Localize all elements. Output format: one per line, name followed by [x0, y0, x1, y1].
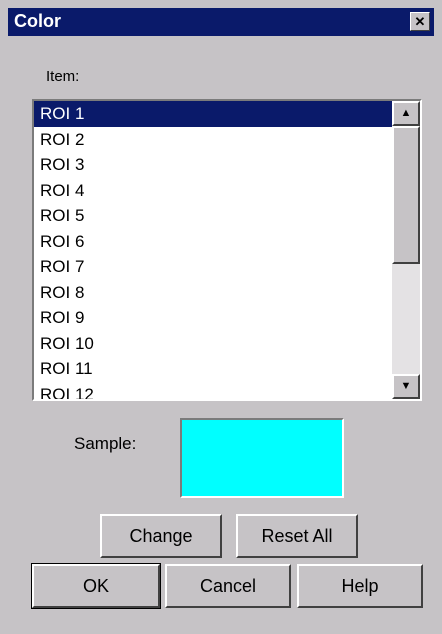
scroll-down-icon[interactable]: ▼ — [392, 374, 420, 399]
list-item[interactable]: ROI 6 — [34, 229, 392, 255]
list-items: ROI 1 ROI 2 ROI 3 ROI 4 ROI 5 ROI 6 ROI 7 ROI 8… — [34, 101, 392, 400]
item-label: Item: — [46, 68, 80, 85]
list-item[interactable]: ROI 2 — [34, 127, 392, 153]
cancel-button[interactable]: Cancel — [165, 564, 291, 608]
list-item[interactable]: ROI 12 — [34, 382, 392, 400]
list-item[interactable]: ROI 9 — [34, 305, 392, 331]
list-item[interactable]: ROI 8 — [34, 280, 392, 306]
list-item[interactable]: ROI 5 — [34, 203, 392, 229]
list-item[interactable]: ROI 4 — [34, 178, 392, 204]
scroll-up-icon[interactable]: ▲ — [392, 101, 420, 126]
title-bar[interactable]: Color ✕ — [8, 8, 434, 36]
ok-button[interactable]: OK — [31, 563, 161, 609]
reset-all-button[interactable]: Reset All — [236, 514, 358, 558]
list-item[interactable]: ROI 10 — [34, 331, 392, 357]
scrollbar-thumb[interactable] — [392, 126, 420, 264]
help-button[interactable]: Help — [297, 564, 423, 608]
list-item[interactable]: ROI 3 — [34, 152, 392, 178]
close-icon[interactable]: ✕ — [410, 12, 430, 31]
change-button[interactable]: Change — [100, 514, 222, 558]
sample-label: Sample: — [74, 434, 137, 453]
list-item[interactable]: ROI 7 — [34, 254, 392, 280]
item-listbox[interactable]: ROI 1 ROI 2 ROI 3 ROI 4 ROI 5 ROI 6 ROI 7 ROI 8… — [32, 99, 422, 401]
list-item[interactable]: ROI 11 — [34, 356, 392, 382]
color-dialog: Color ✕ Item: ROI 1 ROI 2 ROI 3 ROI 4 ROI 5R… — [0, 0, 442, 634]
vertical-scrollbar[interactable]: ▲ ▼ — [392, 101, 420, 399]
sample-color-swatch — [180, 418, 344, 498]
list-item[interactable]: ROI 1 — [34, 101, 392, 127]
dialog-title: Color — [14, 11, 61, 31]
